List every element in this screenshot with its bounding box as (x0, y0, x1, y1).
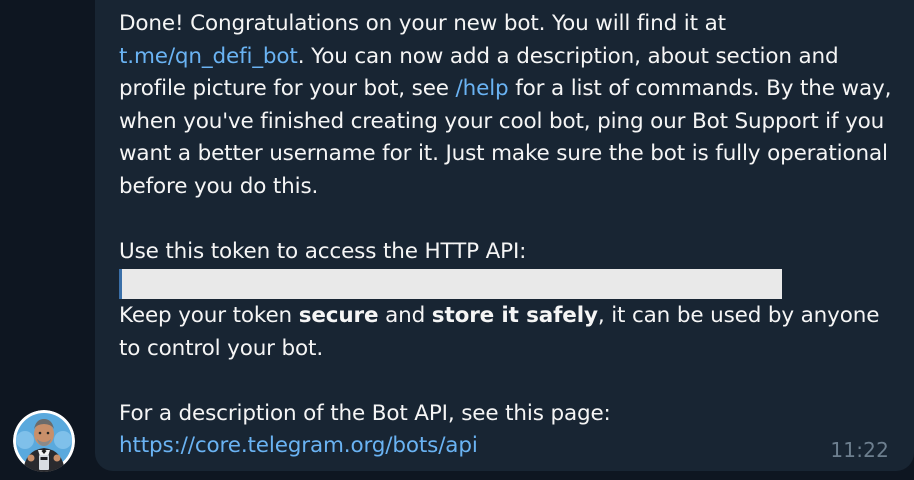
message-text: Done! Congratulations on your new bot. Y… (119, 8, 899, 463)
help-command-link[interactable]: /help (456, 76, 509, 101)
intro-text-1: Done! Congratulations on your new bot. Y… (119, 11, 726, 36)
keep-text-1: Keep your token (119, 303, 299, 328)
botfather-avatar[interactable] (13, 410, 75, 472)
bot-link[interactable]: t.me/qn_defi_bot (119, 44, 298, 69)
botfather-avatar-icon (13, 410, 75, 472)
token-label: Use this token to access the HTTP API: (119, 238, 527, 264)
keep-bold-secure: secure (298, 303, 379, 328)
api-link-line: https://core.telegram.org/bots/api (119, 430, 899, 463)
keep-bold-store: store it safely (431, 303, 598, 328)
keep-token-paragraph: Keep your token secure and store it safe… (119, 300, 899, 365)
message-time: 11:22 (830, 438, 889, 462)
api-docs-link[interactable]: https://core.telegram.org/bots/api (119, 433, 478, 458)
api-description: For a description of the Bot API, see th… (119, 400, 611, 426)
token-redacted[interactable] (119, 269, 782, 299)
message-bubble[interactable]: Done! Congratulations on your new bot. Y… (95, 0, 914, 471)
intro-paragraph: Done! Congratulations on your new bot. Y… (119, 8, 899, 203)
keep-text-2: and (378, 303, 432, 328)
